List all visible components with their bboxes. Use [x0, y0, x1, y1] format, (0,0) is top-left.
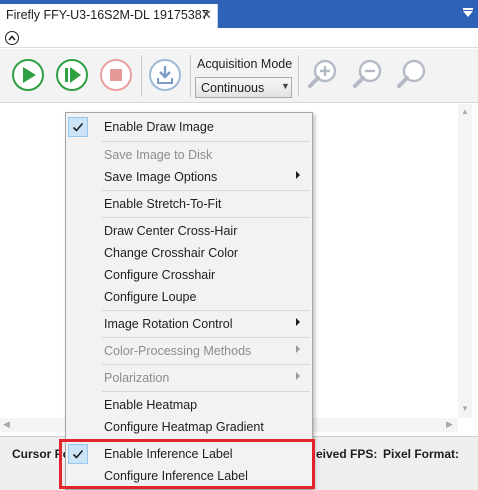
- menu-separator: [102, 364, 310, 365]
- menu-item-change-crosshair-color[interactable]: Change Crosshair Color: [66, 242, 312, 264]
- toolbar: Acquisition Mode Continuous ▼: [0, 49, 478, 103]
- context-menu: Enable Draw Image Save Image to Disk Sav…: [65, 112, 313, 490]
- submenu-arrow-icon: [296, 318, 300, 326]
- submenu-arrow-icon: [296, 372, 300, 380]
- acquisition-mode-label: Acquisition Mode: [197, 57, 293, 71]
- menu-item-image-rotation-control[interactable]: Image Rotation Control: [66, 313, 312, 335]
- menu-item-label: Color-Processing Methods: [104, 344, 252, 358]
- zoom-out-icon[interactable]: [350, 58, 384, 92]
- scroll-down-icon[interactable]: ▼: [461, 404, 469, 413]
- tab-list-bar: [463, 8, 473, 10]
- scroll-left-icon[interactable]: ◀: [3, 419, 10, 430]
- menu-item-label: Image Rotation Control: [104, 317, 233, 331]
- step-icon[interactable]: [55, 58, 89, 92]
- toolbar-separator: [190, 55, 191, 97]
- stop-icon[interactable]: [99, 58, 133, 92]
- menu-item-label: Enable Heatmap: [104, 398, 198, 412]
- menu-separator: [102, 310, 310, 311]
- menu-item-polarization: Polarization: [66, 367, 312, 389]
- menu-item-label: Configure Loupe: [104, 290, 197, 304]
- menu-item-label: Enable Stretch-To-Fit: [104, 197, 222, 211]
- document-tab-strip: Firefly FFY-U3-16S2M-DL 19175387 ✕: [0, 0, 478, 28]
- zoom-fit-icon[interactable]: [394, 58, 428, 92]
- menu-item-draw-center-cross-hair[interactable]: Draw Center Cross-Hair: [66, 220, 312, 242]
- collapse-toolbar-icon[interactable]: [5, 31, 19, 45]
- menu-item-label: Save Image Options: [104, 170, 218, 184]
- menu-item-label: Draw Center Cross-Hair: [104, 224, 238, 238]
- toolbar-collapse-row: [0, 28, 478, 48]
- acquisition-mode-select[interactable]: Continuous ▼: [195, 77, 292, 98]
- highlight-box: [59, 439, 315, 489]
- received-fps-label: eived FPS:: [316, 447, 378, 461]
- acquisition-mode-value: Continuous: [201, 81, 265, 95]
- camera-tab[interactable]: Firefly FFY-U3-16S2M-DL 19175387 ✕: [0, 4, 218, 28]
- menu-separator: [102, 391, 310, 392]
- scroll-right-icon[interactable]: ▶: [446, 419, 453, 430]
- menu-item-save-image-to-disk: Save Image to Disk: [66, 144, 312, 166]
- menu-item-enable-stretch-to-fit[interactable]: Enable Stretch-To-Fit: [66, 193, 312, 215]
- menu-separator: [102, 337, 310, 338]
- toolbar-separator: [141, 55, 142, 97]
- vertical-scrollbar[interactable]: ▲ ▼: [458, 104, 472, 418]
- chevron-down-icon: ▼: [281, 81, 290, 91]
- menu-separator: [102, 141, 310, 142]
- tab-title: Firefly FFY-U3-16S2M-DL 19175387: [6, 8, 209, 22]
- save-image-icon[interactable]: [148, 58, 182, 92]
- pixel-format-label: Pixel Format:: [383, 447, 460, 461]
- menu-item-configure-heatmap-gradient[interactable]: Configure Heatmap Gradient: [66, 416, 312, 438]
- menu-item-label: Configure Heatmap Gradient: [104, 420, 264, 434]
- tab-list-dropdown-icon[interactable]: [463, 11, 473, 17]
- menu-separator: [102, 217, 310, 218]
- menu-item-label: Configure Crosshair: [104, 268, 216, 282]
- menu-separator: [102, 190, 310, 191]
- menu-item-enable-heatmap[interactable]: Enable Heatmap: [66, 394, 312, 416]
- menu-item-label: Save Image to Disk: [104, 148, 213, 162]
- menu-item-configure-loupe[interactable]: Configure Loupe: [66, 286, 312, 308]
- scroll-up-icon[interactable]: ▲: [461, 107, 469, 116]
- menu-item-color-processing-methods: Color-Processing Methods: [66, 340, 312, 362]
- menu-item-enable-draw-image[interactable]: Enable Draw Image: [66, 116, 312, 138]
- submenu-arrow-icon: [296, 171, 300, 179]
- menu-item-configure-crosshair[interactable]: Configure Crosshair: [66, 264, 312, 286]
- checkmark-icon: [68, 117, 88, 137]
- menu-item-label: Change Crosshair Color: [104, 246, 239, 260]
- menu-item-label: Polarization: [104, 371, 170, 385]
- zoom-in-icon[interactable]: [305, 58, 339, 92]
- submenu-arrow-icon: [296, 345, 300, 353]
- menu-item-save-image-options[interactable]: Save Image Options: [66, 166, 312, 188]
- play-icon[interactable]: [11, 58, 45, 92]
- menu-item-label: Enable Draw Image: [104, 120, 214, 134]
- close-icon[interactable]: ✕: [201, 7, 212, 23]
- toolbar-separator: [298, 55, 299, 97]
